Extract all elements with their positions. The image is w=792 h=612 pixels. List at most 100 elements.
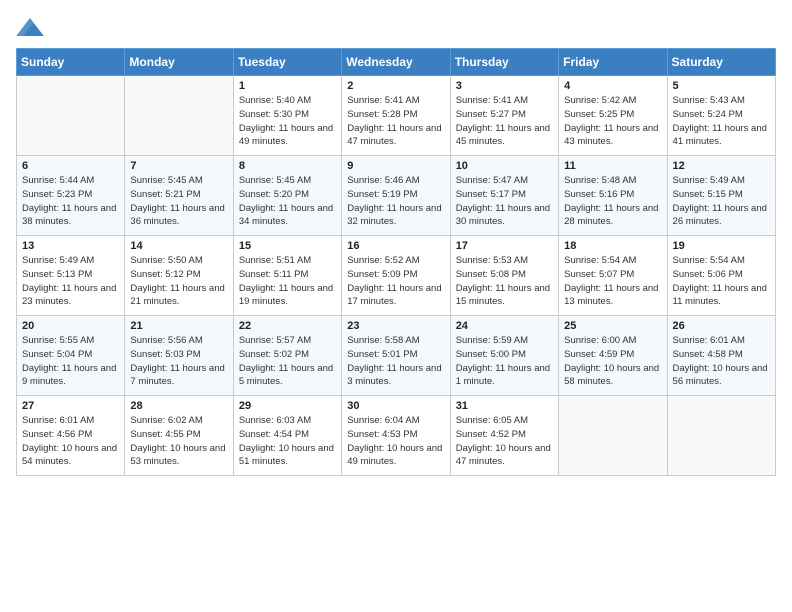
day-number: 20	[22, 320, 119, 332]
day-number: 16	[347, 240, 444, 252]
day-number: 30	[347, 400, 444, 412]
day-number: 12	[673, 160, 770, 172]
calendar-cell: 30 Sunrise: 6:04 AM Sunset: 4:53 PM Dayli…	[342, 396, 450, 476]
cell-info: Sunrise: 6:03 AM Sunset: 4:54 PM Dayligh…	[239, 414, 336, 469]
calendar-cell: 9Sunrise: 5:46 AM Sunset: 5:19 PM Daylig…	[342, 156, 450, 236]
calendar-week-3: 13 Sunrise: 5:49 AM Sunset: 5:13 PM Dayli…	[17, 236, 776, 316]
cell-info: Sunrise: 6:01 AM Sunset: 4:58 PM Dayligh…	[673, 334, 770, 389]
calendar-cell: 16 Sunrise: 5:52 AM Sunset: 5:09 PM Dayli…	[342, 236, 450, 316]
weekday-header-tuesday: Tuesday	[233, 49, 341, 76]
cell-info: Sunrise: 5:55 AM Sunset: 5:04 PM Dayligh…	[22, 334, 119, 389]
cell-info: Sunrise: 5:52 AM Sunset: 5:09 PM Dayligh…	[347, 254, 444, 309]
calendar-week-4: 20 Sunrise: 5:55 AM Sunset: 5:04 PM Dayli…	[17, 316, 776, 396]
cell-info: Sunrise: 6:05 AM Sunset: 4:52 PM Dayligh…	[456, 414, 553, 469]
cell-info: Sunrise: 5:51 AM Sunset: 5:11 PM Dayligh…	[239, 254, 336, 309]
day-number: 10	[456, 160, 553, 172]
day-number: 17	[456, 240, 553, 252]
day-number: 8	[239, 160, 336, 172]
calendar-cell: 8 Sunrise: 5:45 AM Sunset: 5:20 PM Daylig…	[233, 156, 341, 236]
cell-info: Sunrise: 5:48 AM Sunset: 5:16 PM Dayligh…	[564, 174, 661, 229]
calendar-cell	[125, 76, 233, 156]
day-number: 22	[239, 320, 336, 332]
calendar-cell: 15 Sunrise: 5:51 AM Sunset: 5:11 PM Dayli…	[233, 236, 341, 316]
calendar-cell: 17 Sunrise: 5:53 AM Sunset: 5:08 PM Dayli…	[450, 236, 558, 316]
calendar-cell: 21Sunrise: 5:56 AM Sunset: 5:03 PM Dayli…	[125, 316, 233, 396]
cell-info: Sunrise: 5:53 AM Sunset: 5:08 PM Dayligh…	[456, 254, 553, 309]
cell-info: Sunrise: 5:44 AM Sunset: 5:23 PM Dayligh…	[22, 174, 119, 229]
day-number: 24	[456, 320, 553, 332]
calendar-week-2: 6Sunrise: 5:44 AM Sunset: 5:23 PM Daylig…	[17, 156, 776, 236]
page-header	[16, 16, 776, 36]
day-number: 9	[347, 160, 444, 172]
cell-info: Sunrise: 5:54 AM Sunset: 5:07 PM Dayligh…	[564, 254, 661, 309]
weekday-header-thursday: Thursday	[450, 49, 558, 76]
calendar-cell	[667, 396, 775, 476]
cell-info: Sunrise: 5:43 AM Sunset: 5:24 PM Dayligh…	[673, 94, 770, 149]
cell-info: Sunrise: 5:45 AM Sunset: 5:21 PM Dayligh…	[130, 174, 227, 229]
cell-info: Sunrise: 5:57 AM Sunset: 5:02 PM Dayligh…	[239, 334, 336, 389]
day-number: 19	[673, 240, 770, 252]
calendar-cell: 2 Sunrise: 5:41 AM Sunset: 5:28 PM Daylig…	[342, 76, 450, 156]
cell-info: Sunrise: 6:04 AM Sunset: 4:53 PM Dayligh…	[347, 414, 444, 469]
calendar-cell	[17, 76, 125, 156]
cell-info: Sunrise: 6:00 AM Sunset: 4:59 PM Dayligh…	[564, 334, 661, 389]
cell-info: Sunrise: 5:56 AM Sunset: 5:03 PM Dayligh…	[130, 334, 227, 389]
calendar-cell: 23 Sunrise: 5:58 AM Sunset: 5:01 PM Dayli…	[342, 316, 450, 396]
calendar-table: SundayMondayTuesdayWednesdayThursdayFrid…	[16, 48, 776, 476]
cell-info: Sunrise: 5:45 AM Sunset: 5:20 PM Dayligh…	[239, 174, 336, 229]
day-number: 11	[564, 160, 661, 172]
calendar-header-row: SundayMondayTuesdayWednesdayThursdayFrid…	[17, 49, 776, 76]
day-number: 23	[347, 320, 444, 332]
weekday-header-monday: Monday	[125, 49, 233, 76]
day-number: 3	[456, 80, 553, 92]
day-number: 26	[673, 320, 770, 332]
calendar-cell: 19 Sunrise: 5:54 AM Sunset: 5:06 PM Dayli…	[667, 236, 775, 316]
calendar-cell: 14 Sunrise: 5:50 AM Sunset: 5:12 PM Dayli…	[125, 236, 233, 316]
day-number: 2	[347, 80, 444, 92]
calendar-cell: 6Sunrise: 5:44 AM Sunset: 5:23 PM Daylig…	[17, 156, 125, 236]
day-number: 29	[239, 400, 336, 412]
cell-info: Sunrise: 5:41 AM Sunset: 5:28 PM Dayligh…	[347, 94, 444, 149]
day-number: 28	[130, 400, 227, 412]
cell-info: Sunrise: 5:58 AM Sunset: 5:01 PM Dayligh…	[347, 334, 444, 389]
weekday-header-friday: Friday	[559, 49, 667, 76]
calendar-cell: 12 Sunrise: 5:49 AM Sunset: 5:15 PM Dayli…	[667, 156, 775, 236]
calendar-cell: 28 Sunrise: 6:02 AM Sunset: 4:55 PM Dayli…	[125, 396, 233, 476]
day-number: 5	[673, 80, 770, 92]
calendar-cell: 13 Sunrise: 5:49 AM Sunset: 5:13 PM Dayli…	[17, 236, 125, 316]
weekday-header-wednesday: Wednesday	[342, 49, 450, 76]
calendar-cell: 5 Sunrise: 5:43 AM Sunset: 5:24 PM Daylig…	[667, 76, 775, 156]
calendar-cell: 24 Sunrise: 5:59 AM Sunset: 5:00 PM Dayli…	[450, 316, 558, 396]
cell-info: Sunrise: 5:49 AM Sunset: 5:15 PM Dayligh…	[673, 174, 770, 229]
cell-info: Sunrise: 5:40 AM Sunset: 5:30 PM Dayligh…	[239, 94, 336, 149]
cell-info: Sunrise: 5:50 AM Sunset: 5:12 PM Dayligh…	[130, 254, 227, 309]
day-number: 27	[22, 400, 119, 412]
day-number: 14	[130, 240, 227, 252]
calendar-cell: 18 Sunrise: 5:54 AM Sunset: 5:07 PM Dayli…	[559, 236, 667, 316]
calendar-cell: 3Sunrise: 5:41 AM Sunset: 5:27 PM Daylig…	[450, 76, 558, 156]
day-number: 18	[564, 240, 661, 252]
calendar-cell: 7 Sunrise: 5:45 AM Sunset: 5:21 PM Daylig…	[125, 156, 233, 236]
calendar-week-5: 27 Sunrise: 6:01 AM Sunset: 4:56 PM Dayli…	[17, 396, 776, 476]
cell-info: Sunrise: 6:01 AM Sunset: 4:56 PM Dayligh…	[22, 414, 119, 469]
cell-info: Sunrise: 5:49 AM Sunset: 5:13 PM Dayligh…	[22, 254, 119, 309]
cell-info: Sunrise: 6:02 AM Sunset: 4:55 PM Dayligh…	[130, 414, 227, 469]
day-number: 15	[239, 240, 336, 252]
day-number: 31	[456, 400, 553, 412]
calendar-cell: 27 Sunrise: 6:01 AM Sunset: 4:56 PM Dayli…	[17, 396, 125, 476]
calendar-cell	[559, 396, 667, 476]
logo-icon	[16, 18, 44, 36]
calendar-cell: 31 Sunrise: 6:05 AM Sunset: 4:52 PM Dayli…	[450, 396, 558, 476]
cell-info: Sunrise: 5:42 AM Sunset: 5:25 PM Dayligh…	[564, 94, 661, 149]
day-number: 4	[564, 80, 661, 92]
cell-info: Sunrise: 5:47 AM Sunset: 5:17 PM Dayligh…	[456, 174, 553, 229]
weekday-header-sunday: Sunday	[17, 49, 125, 76]
cell-info: Sunrise: 5:54 AM Sunset: 5:06 PM Dayligh…	[673, 254, 770, 309]
calendar-cell: 25Sunrise: 6:00 AM Sunset: 4:59 PM Dayli…	[559, 316, 667, 396]
day-number: 13	[22, 240, 119, 252]
weekday-header-saturday: Saturday	[667, 49, 775, 76]
calendar-cell: 1Sunrise: 5:40 AM Sunset: 5:30 PM Daylig…	[233, 76, 341, 156]
calendar-cell: 10 Sunrise: 5:47 AM Sunset: 5:17 PM Dayli…	[450, 156, 558, 236]
day-number: 7	[130, 160, 227, 172]
cell-info: Sunrise: 5:59 AM Sunset: 5:00 PM Dayligh…	[456, 334, 553, 389]
